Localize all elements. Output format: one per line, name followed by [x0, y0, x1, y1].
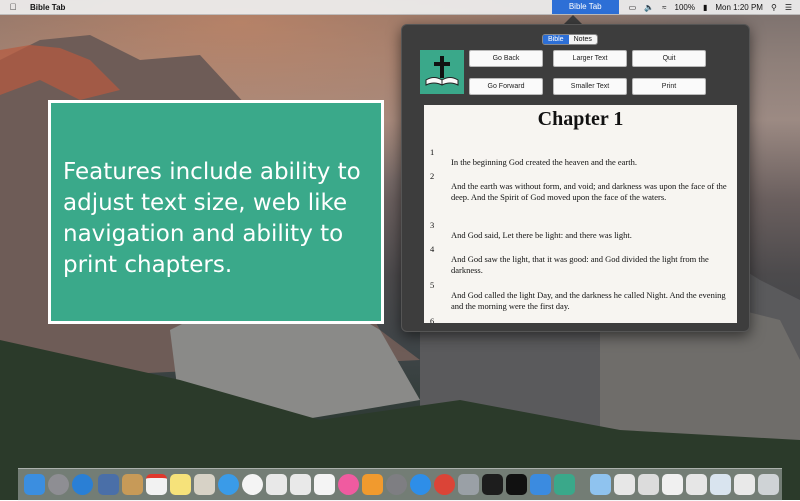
document-icon[interactable]: [662, 474, 683, 495]
verse-text: In the beginning God created the heaven …: [451, 157, 637, 167]
notes-icon[interactable]: [170, 474, 191, 495]
verse-number: 5: [430, 280, 435, 290]
verse-number: 4: [430, 244, 435, 254]
battery-percentage: 100%: [674, 2, 695, 12]
folder-icon[interactable]: [590, 474, 611, 495]
feature-callout: Features include ability to adjust text …: [48, 100, 384, 324]
preview-icon[interactable]: [194, 474, 215, 495]
bible-tab-status-item[interactable]: Bible Tab: [551, 0, 619, 14]
photos-icon[interactable]: [242, 474, 263, 495]
volume-icon[interactable]: 🔈: [644, 3, 654, 12]
chrome-icon[interactable]: [434, 474, 455, 495]
verse-number: 3: [430, 220, 435, 230]
app-menu-name[interactable]: Bible Tab: [30, 3, 65, 12]
notification-center-icon[interactable]: ☰: [785, 3, 792, 12]
xcode-icon[interactable]: [530, 474, 551, 495]
contacts-icon[interactable]: [98, 474, 119, 495]
bible-tab-icon[interactable]: [554, 474, 575, 495]
go-back-button[interactable]: Go Back: [469, 50, 543, 67]
numbers-icon[interactable]: [290, 474, 311, 495]
battery-icon[interactable]: ▮: [703, 3, 707, 12]
utility-icon[interactable]: [458, 474, 479, 495]
app-store-icon[interactable]: [410, 474, 431, 495]
view-switcher: Bible Notes: [542, 34, 598, 45]
apple-icon[interactable]: : [0, 2, 26, 12]
dock: [18, 468, 782, 501]
document-icon[interactable]: [710, 474, 731, 495]
ibooks-icon[interactable]: [362, 474, 383, 495]
document-icon[interactable]: [686, 474, 707, 495]
bible-tab-popover: Bible Notes Go Back Larger Text Quit Go …: [401, 24, 750, 332]
spotlight-icon[interactable]: ⚲: [771, 3, 777, 12]
trash-icon[interactable]: [758, 474, 779, 495]
activity-monitor-icon[interactable]: [482, 474, 503, 495]
itunes-icon[interactable]: [338, 474, 359, 495]
calendar-icon[interactable]: [146, 474, 167, 495]
verse-text: And God called the light Day, and the da…: [451, 290, 726, 311]
larger-text-button[interactable]: Larger Text: [553, 50, 627, 67]
go-forward-button[interactable]: Go Forward: [469, 78, 543, 95]
status-area: Bible Tab ▭ 🔈 ≈ 100% ▮ Mon 1:20 PM ⚲ ☰: [551, 0, 800, 14]
menu-bar:  Bible Tab Bible Tab ▭ 🔈 ≈ 100% ▮ Mon 1…: [0, 0, 800, 15]
system-preferences-icon[interactable]: [386, 474, 407, 495]
finder-icon[interactable]: [24, 474, 45, 495]
airplay-icon[interactable]: ▭: [629, 3, 637, 12]
verse-number: 1: [430, 147, 435, 157]
safari-icon[interactable]: [72, 474, 93, 495]
document-icon[interactable]: [614, 474, 635, 495]
chapter-title: Chapter 1: [537, 108, 624, 130]
keynote-icon[interactable]: [266, 474, 287, 495]
chapter-text-view[interactable]: Chapter 1 1 In the beginning God created…: [424, 105, 737, 323]
verse-number: 2: [430, 171, 435, 181]
verse-number: 6: [430, 316, 435, 323]
clock[interactable]: Mon 1:20 PM: [715, 3, 763, 12]
verse-text: And the earth was without form, and void…: [451, 181, 727, 202]
terminal-icon[interactable]: [506, 474, 527, 495]
messages-icon[interactable]: [218, 474, 239, 495]
notes-book-icon[interactable]: [122, 474, 143, 495]
document-icon[interactable]: [734, 474, 755, 495]
bible-book-icon: [420, 50, 464, 94]
tab-notes[interactable]: Notes: [568, 35, 597, 44]
pages-icon[interactable]: [314, 474, 335, 495]
smaller-text-button[interactable]: Smaller Text: [553, 78, 627, 95]
wifi-icon[interactable]: ≈: [662, 3, 666, 12]
tab-bible[interactable]: Bible: [543, 35, 569, 44]
document-icon[interactable]: [638, 474, 659, 495]
verse-text: And God said, Let there be light: and th…: [451, 230, 632, 240]
verse-text: And God saw the light, that it was good:…: [451, 254, 709, 275]
print-button[interactable]: Print: [632, 78, 706, 95]
quit-button[interactable]: Quit: [632, 50, 706, 67]
callout-text: Features include ability to adjust text …: [63, 159, 361, 278]
launchpad-icon[interactable]: [48, 474, 69, 495]
